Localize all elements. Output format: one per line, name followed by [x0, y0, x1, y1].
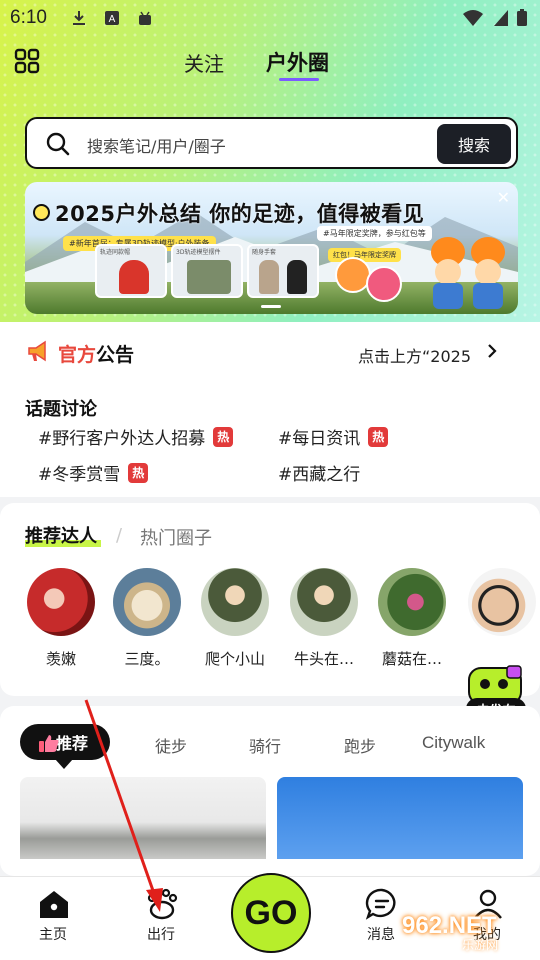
nav-travel[interactable]: 出行 [126, 877, 196, 960]
message-icon [365, 888, 396, 920]
hiker-character-illustration [467, 237, 509, 309]
status-time: 6:10 [10, 7, 47, 28]
tab-follow[interactable]: 关注 [184, 48, 224, 77]
topic-item[interactable]: #冬季赏雪 热 [38, 460, 149, 485]
search-button[interactable]: 搜索 [437, 124, 511, 164]
banner-product-card: 轨迹同款帽 [95, 244, 167, 298]
user-name[interactable]: 蘑菇在… [372, 648, 452, 669]
avatar[interactable] [201, 568, 269, 636]
active-tab-indicator [279, 78, 319, 81]
tab-outdoor-circle[interactable]: 户外圈 [266, 47, 329, 77]
search-bar[interactable]: 搜索笔记/用户/圈子 搜索 [25, 117, 518, 169]
search-input[interactable]: 搜索笔记/用户/圈子 [87, 133, 226, 157]
notice-link[interactable]: 点击上方“2025 [358, 343, 480, 367]
promo-banner[interactable]: 2025户外总结 你的足迹，值得被看见 ✕ #新年首届：专属3D轨迹模型·户外装… [25, 182, 518, 314]
wifi-icon [463, 10, 483, 26]
app-notification-icon: A [105, 11, 119, 25]
topic-label: #每日资讯 [278, 429, 361, 449]
home-icon [40, 891, 68, 918]
avatar[interactable] [290, 568, 358, 636]
search-icon [46, 132, 70, 156]
feed-card-image[interactable] [277, 777, 523, 859]
feed-tab-citywalk[interactable]: Citywalk [422, 733, 485, 753]
hot-badge: 热 [128, 462, 149, 483]
feed-card-image[interactable] [20, 777, 266, 859]
user-name[interactable]: 羡嫩 [21, 648, 101, 669]
avatar[interactable] [378, 568, 446, 636]
watermark-sub: 乐游网 [462, 938, 499, 952]
medal-illustration [330, 252, 410, 302]
banner-close-icon[interactable]: ✕ [497, 188, 510, 207]
feed-tab-hiking[interactable]: 徒步 [155, 733, 187, 757]
topics-title: 话题讨论 [25, 399, 97, 420]
cellular-icon [494, 10, 508, 26]
download-icon [73, 11, 85, 25]
tab-hot-circles[interactable]: 热门圈子 [140, 524, 212, 550]
avatar[interactable] [113, 568, 181, 636]
banner-product-card: 随身手套 [247, 244, 319, 298]
go-button[interactable]: GO [231, 873, 311, 953]
banner-logo-icon [33, 204, 50, 221]
banner-card-label: 3D轨迹模型摆件 [176, 249, 221, 256]
tab-recommended-people[interactable]: 推荐达人 [25, 522, 97, 548]
topic-label: #西藏之行 [278, 465, 361, 485]
paw-icon [147, 888, 178, 920]
banner-title: 2025户外总结 你的足迹，值得被看见 [55, 202, 425, 226]
hot-badge: 热 [368, 426, 389, 447]
avatar[interactable] [468, 568, 536, 636]
banner-product-card: 3D轨迹模型摆件 [171, 244, 243, 298]
tab-separator: / [116, 525, 123, 546]
topic-label: #冬季赏雪 [38, 465, 121, 485]
thumbs-up-icon [39, 735, 59, 752]
chevron-right-icon[interactable] [485, 342, 499, 360]
nav-label: 主页 [39, 927, 67, 943]
nav-label: 出行 [147, 927, 175, 943]
banner-card-label: 轨迹同款帽 [100, 249, 131, 256]
banner-tag: #马年限定奖牌，参与红包等 [317, 226, 432, 241]
topic-label: #野行客户外达人招募 [38, 429, 206, 449]
avatar[interactable] [27, 568, 95, 636]
notice-title-black: 公告 [96, 344, 135, 366]
megaphone-icon [28, 340, 46, 362]
battery-icon [517, 9, 527, 26]
notice-title-red: 官方 [58, 344, 97, 366]
hiker-character-illustration [427, 237, 469, 309]
topic-item[interactable]: #野行客户外达人招募 热 [38, 424, 234, 449]
user-name[interactable]: 三度。 [107, 648, 187, 669]
feed-tab-running[interactable]: 跑步 [344, 733, 376, 757]
banner-pager-indicator [261, 305, 281, 308]
notice-title: 官方公告 [58, 340, 134, 367]
category-grid-icon[interactable] [14, 48, 40, 74]
topic-item[interactable]: #每日资讯 热 [278, 424, 389, 449]
user-name[interactable]: 牛头在… [284, 648, 364, 669]
hot-badge: 热 [213, 426, 234, 447]
feed-tab-recommend[interactable]: 推荐 [20, 724, 110, 769]
feed-tab-cycling[interactable]: 骑行 [249, 733, 281, 757]
user-name[interactable]: 爬个小山 [195, 648, 275, 669]
svg-text:A: A [109, 14, 116, 25]
banner-card-label: 随身手套 [252, 249, 277, 256]
topic-item[interactable]: #西藏之行 [278, 460, 360, 485]
android-icon [139, 11, 151, 25]
status-bar: 6:10 A [0, 0, 540, 38]
nav-home[interactable]: 主页 [18, 877, 88, 960]
